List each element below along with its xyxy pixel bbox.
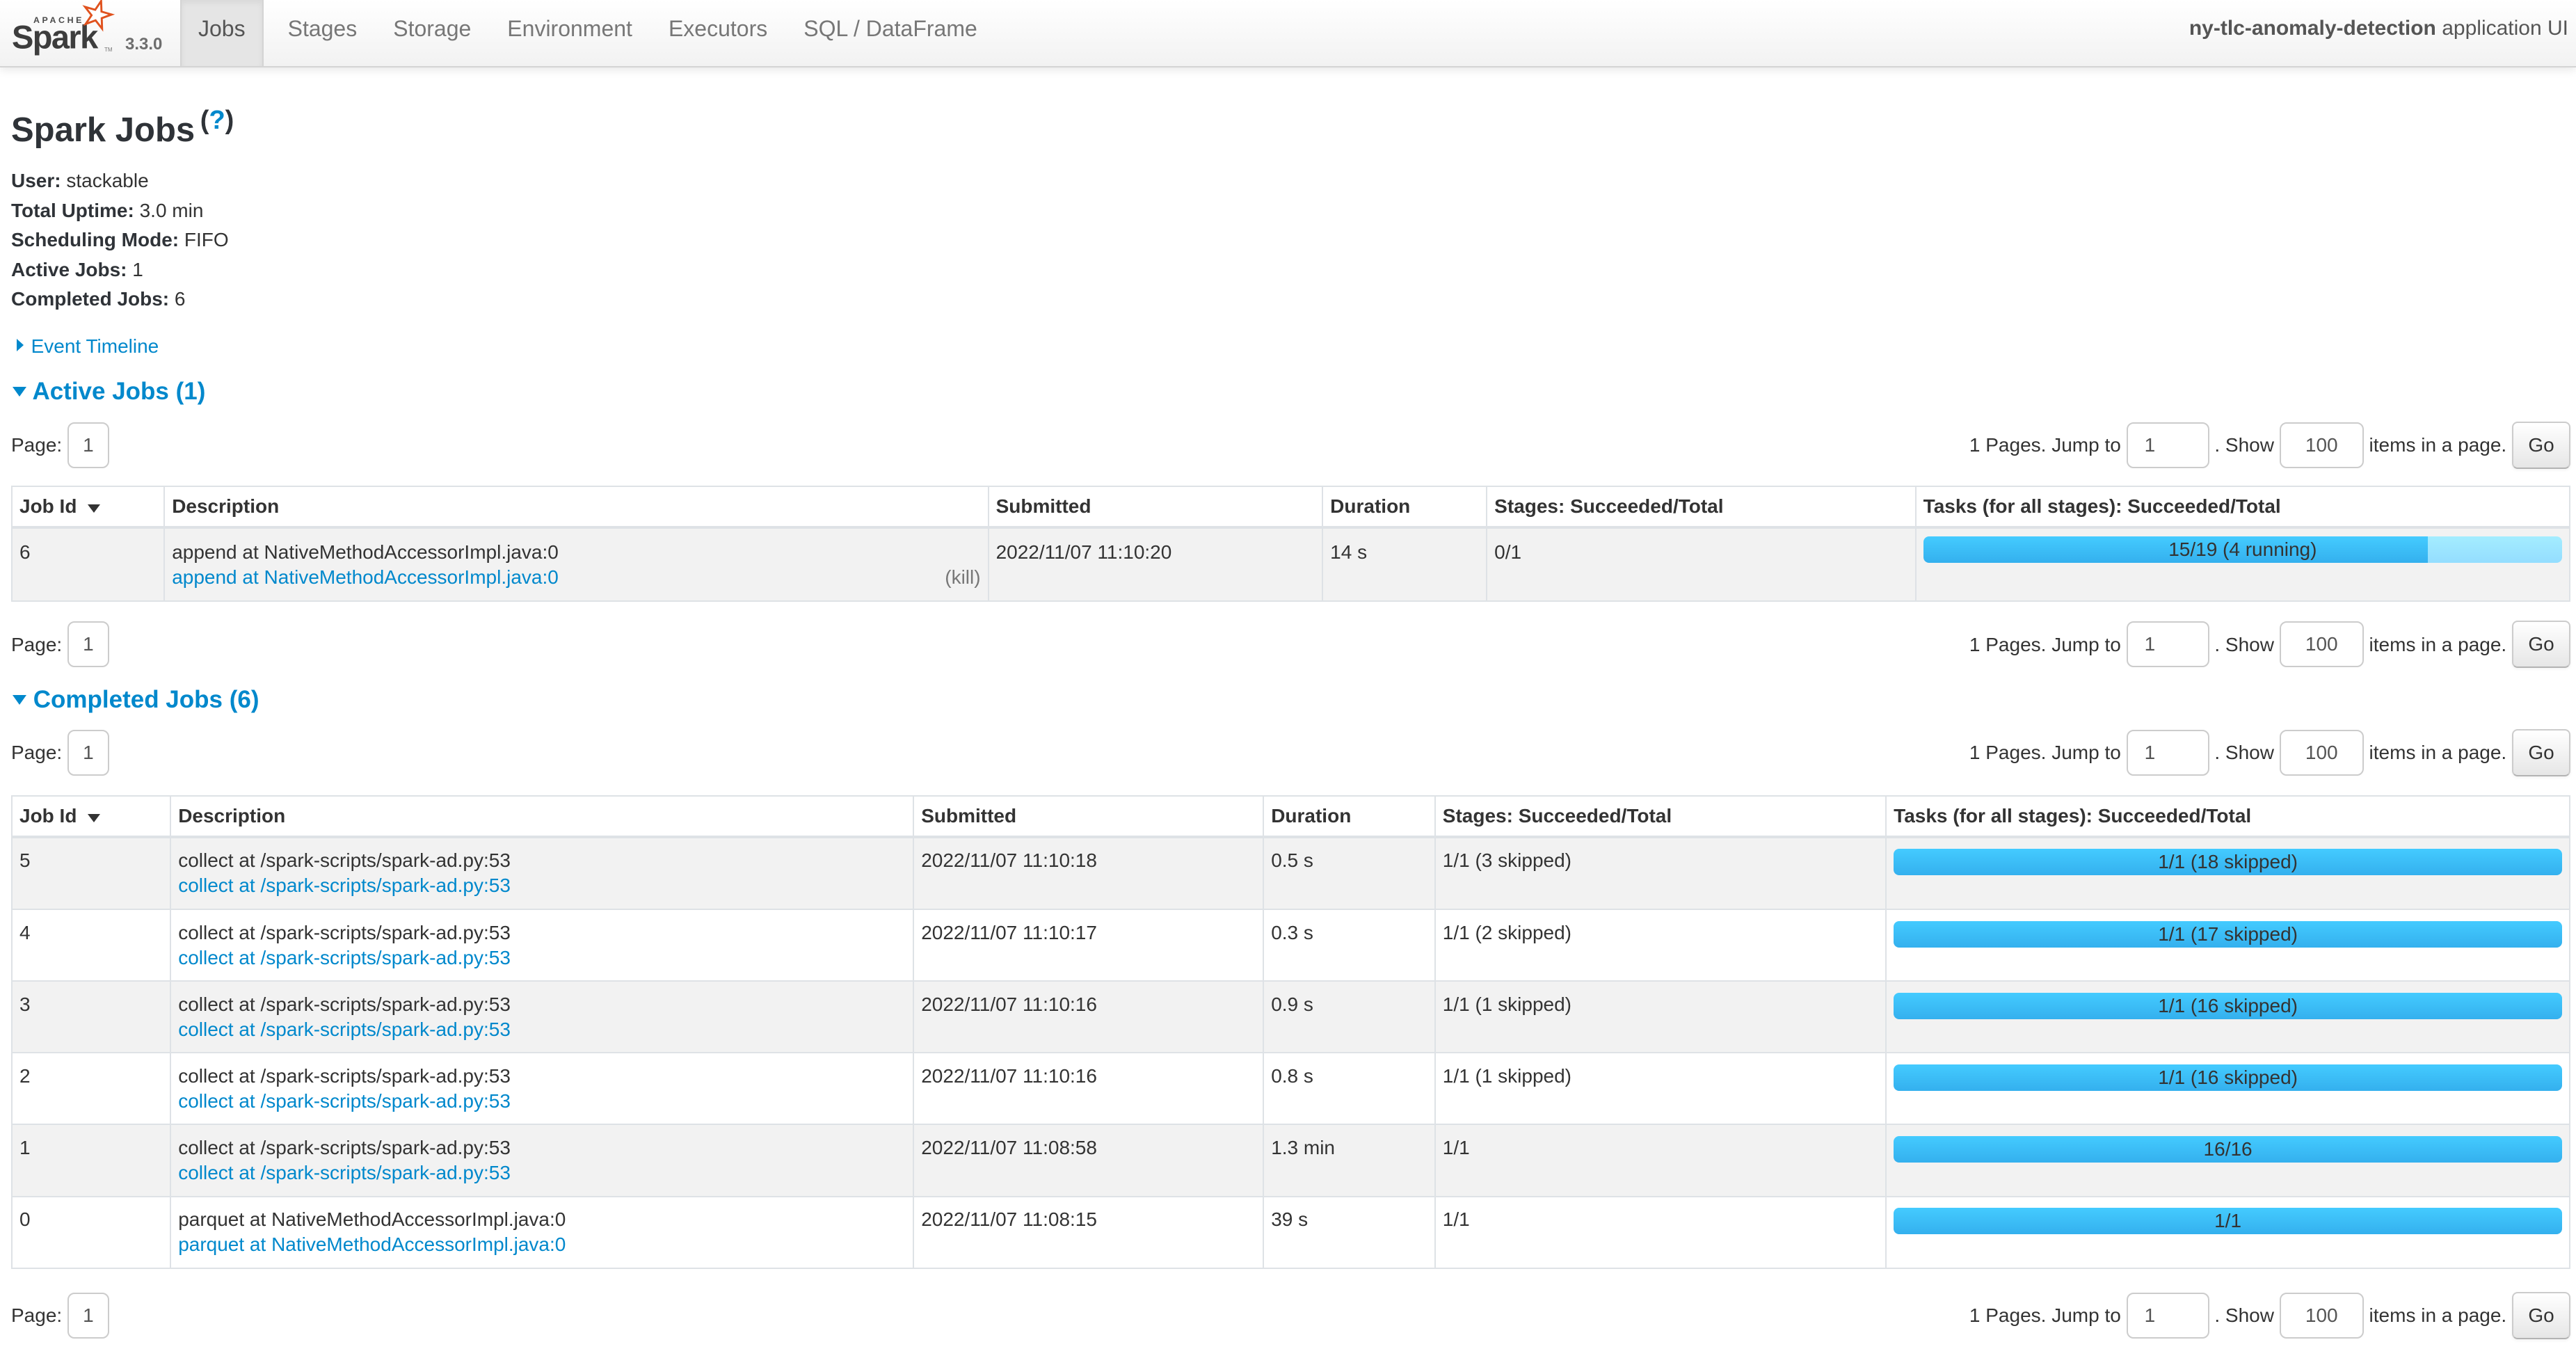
svg-text:TM: TM <box>104 47 113 53</box>
